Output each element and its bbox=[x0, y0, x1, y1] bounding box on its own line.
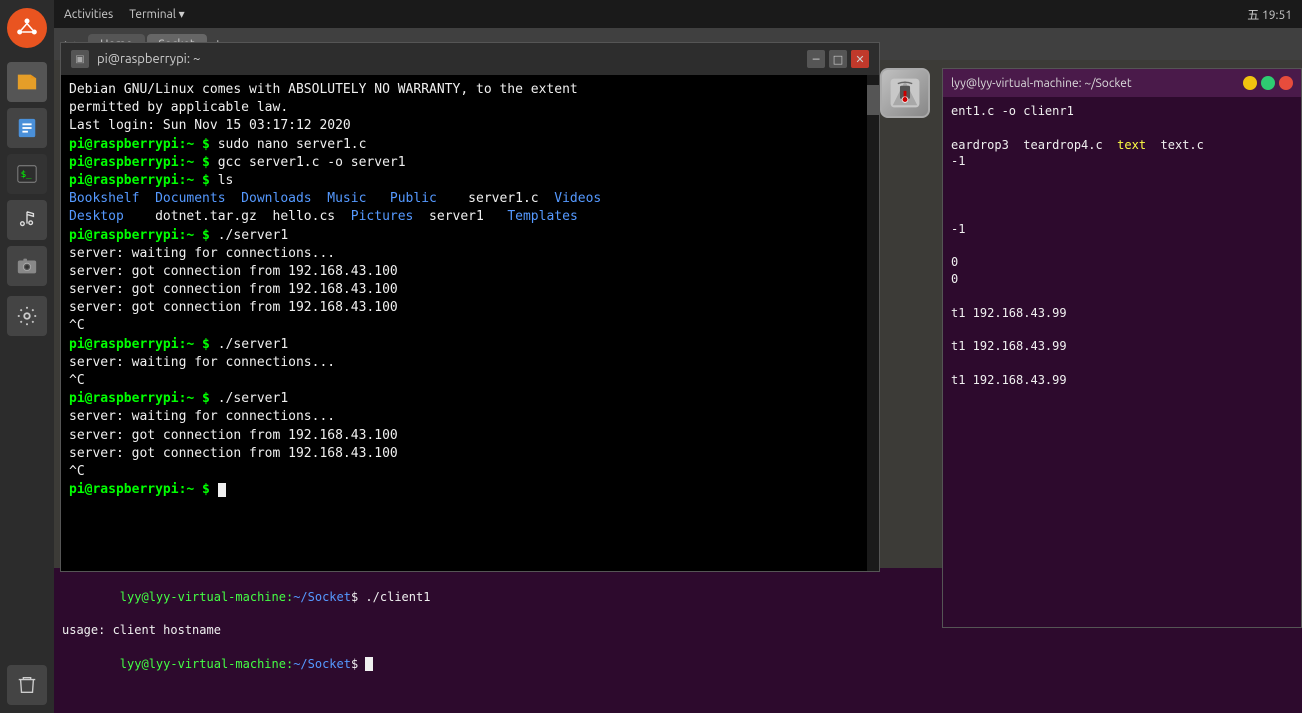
rpi-line-14: ^C bbox=[69, 317, 871, 335]
vm-line-12 bbox=[951, 288, 1293, 305]
rpi-line-5: pi@raspberrypi:~ $ gcc server1.c -o serv… bbox=[69, 154, 871, 172]
rpi-terminal-titlebar: ▣ pi@raspberrypi: ~ ─ □ ✕ bbox=[61, 43, 879, 75]
vm-title: lyy@lyy-virtual-machine: ~/Socket bbox=[951, 77, 1132, 90]
rpi-line-22: ^C bbox=[69, 463, 871, 481]
rpi-terminal-controls: ─ □ ✕ bbox=[807, 50, 869, 68]
topbar: Activities Terminal ▾ 五 19:51 bbox=[54, 0, 1302, 28]
clock: 五 19:51 bbox=[1247, 9, 1292, 22]
app-icon-area bbox=[880, 68, 940, 118]
filezilla-icon[interactable] bbox=[880, 68, 930, 118]
terminal-icon[interactable]: $_ bbox=[7, 154, 47, 194]
vm-line-4: -1 bbox=[951, 153, 1293, 170]
rpi-line-17: ^C bbox=[69, 372, 871, 390]
rpi-terminal-title: pi@raspberrypi: ~ bbox=[97, 52, 200, 66]
desktop: $_ bbox=[0, 0, 1302, 713]
text-editor-icon[interactable] bbox=[7, 108, 47, 148]
vm-titlebar: lyy@lyy-virtual-machine: ~/Socket bbox=[943, 69, 1301, 97]
rpi-line-2: permitted by applicable law. bbox=[69, 99, 871, 117]
svg-text:$_: $_ bbox=[21, 169, 33, 180]
vm-line-6 bbox=[951, 187, 1293, 204]
rpi-line-12: server: got connection from 192.168.43.1… bbox=[69, 281, 871, 299]
vm-line-2 bbox=[951, 120, 1293, 137]
vm-close-btn[interactable] bbox=[1279, 76, 1293, 90]
vm-line-1: ent1.c -o clienr1 bbox=[951, 103, 1293, 120]
rpi-line-21: server: got connection from 192.168.43.1… bbox=[69, 445, 871, 463]
terminal-menu[interactable]: Terminal ▾ bbox=[129, 7, 184, 21]
rpi-line-18: pi@raspberrypi:~ $ ./server1 bbox=[69, 390, 871, 408]
vm-line-16 bbox=[951, 355, 1293, 372]
activities-label[interactable]: Activities bbox=[64, 8, 113, 21]
rpi-line-1: Debian GNU/Linux comes with ABSOLUTELY N… bbox=[69, 81, 871, 99]
rpi-line-23: pi@raspberrypi:~ $ bbox=[69, 481, 871, 499]
rpi-scrollbar[interactable] bbox=[867, 75, 879, 571]
vm-line-9 bbox=[951, 237, 1293, 254]
rpi-maximize-btn[interactable]: □ bbox=[829, 50, 847, 68]
vm-line-7 bbox=[951, 204, 1293, 221]
rpi-line-15: pi@raspberrypi:~ $ ./server1 bbox=[69, 336, 871, 354]
rpi-minimize-btn[interactable]: ─ bbox=[807, 50, 825, 68]
topbar-left: Activities Terminal ▾ bbox=[64, 7, 185, 21]
rpi-line-11: server: got connection from 192.168.43.1… bbox=[69, 263, 871, 281]
rpi-line-13: server: got connection from 192.168.43.1… bbox=[69, 299, 871, 317]
vm-bottom-line-3: lyy@lyy-virtual-machine:~/Socket$ bbox=[62, 639, 1294, 689]
rpi-scroll-thumb[interactable] bbox=[867, 85, 879, 115]
vm-line-11: 0 bbox=[951, 271, 1293, 288]
taskbar-left: $_ bbox=[0, 0, 54, 713]
vm-line-14 bbox=[951, 321, 1293, 338]
files-icon[interactable] bbox=[7, 62, 47, 102]
trash-icon[interactable] bbox=[7, 665, 47, 705]
vm-line-3: eardrop3 teardrop4.c text text.c bbox=[951, 137, 1293, 154]
vm-line-17: t1 192.168.43.99 bbox=[951, 372, 1293, 389]
rpi-line-7: Bookshelf Documents Downloads Music Publ… bbox=[69, 190, 871, 208]
rpi-line-10: server: waiting for connections... bbox=[69, 245, 871, 263]
rpi-line-4: pi@raspberrypi:~ $ sudo nano server1.c bbox=[69, 136, 871, 154]
vm-line-10: 0 bbox=[951, 254, 1293, 271]
settings-icon[interactable] bbox=[7, 296, 47, 336]
camera-icon[interactable] bbox=[7, 246, 47, 286]
rpi-line-19: server: waiting for connections... bbox=[69, 408, 871, 426]
vm-terminal-body[interactable]: ent1.c -o clienr1 eardrop3 teardrop4.c t… bbox=[943, 97, 1301, 627]
vm-line-15: t1 192.168.43.99 bbox=[951, 338, 1293, 355]
vm-line-8: -1 bbox=[951, 221, 1293, 238]
ubuntu-icon[interactable] bbox=[7, 8, 47, 48]
vm-bottom-prompt-3: lyy@lyy-virtual-machine: bbox=[120, 657, 293, 671]
rpi-line-20: server: got connection from 192.168.43.1… bbox=[69, 427, 871, 445]
rpi-line-9: pi@raspberrypi:~ $ ./server1 bbox=[69, 227, 871, 245]
rpi-terminal-window: ▣ pi@raspberrypi: ~ ─ □ ✕ Debian GNU/Lin… bbox=[60, 42, 880, 572]
rpi-line-16: server: waiting for connections... bbox=[69, 354, 871, 372]
rpi-close-btn[interactable]: ✕ bbox=[851, 50, 869, 68]
vm-bottom-prompt-1: lyy@lyy-virtual-machine: bbox=[120, 590, 293, 604]
vm-line-5 bbox=[951, 170, 1293, 187]
rpi-line-8: Desktop dotnet.tar.gz hello.cs Pictures … bbox=[69, 208, 871, 226]
rpi-terminal-body[interactable]: Debian GNU/Linux comes with ABSOLUTELY N… bbox=[61, 75, 879, 571]
vm-line-13: t1 192.168.43.99 bbox=[951, 305, 1293, 322]
rpi-line-6: pi@raspberrypi:~ $ ls bbox=[69, 172, 871, 190]
topbar-right: 五 19:51 bbox=[1247, 6, 1292, 23]
vm-controls bbox=[1243, 76, 1293, 90]
music-icon[interactable] bbox=[7, 200, 47, 240]
rpi-terminal-icon: ▣ bbox=[71, 50, 89, 68]
rpi-line-3: Last login: Sun Nov 15 03:17:12 2020 bbox=[69, 117, 871, 135]
vm-terminal-window: lyy@lyy-virtual-machine: ~/Socket ent1.c… bbox=[942, 68, 1302, 628]
vm-maximize-btn[interactable] bbox=[1261, 76, 1275, 90]
vm-minimize-btn[interactable] bbox=[1243, 76, 1257, 90]
